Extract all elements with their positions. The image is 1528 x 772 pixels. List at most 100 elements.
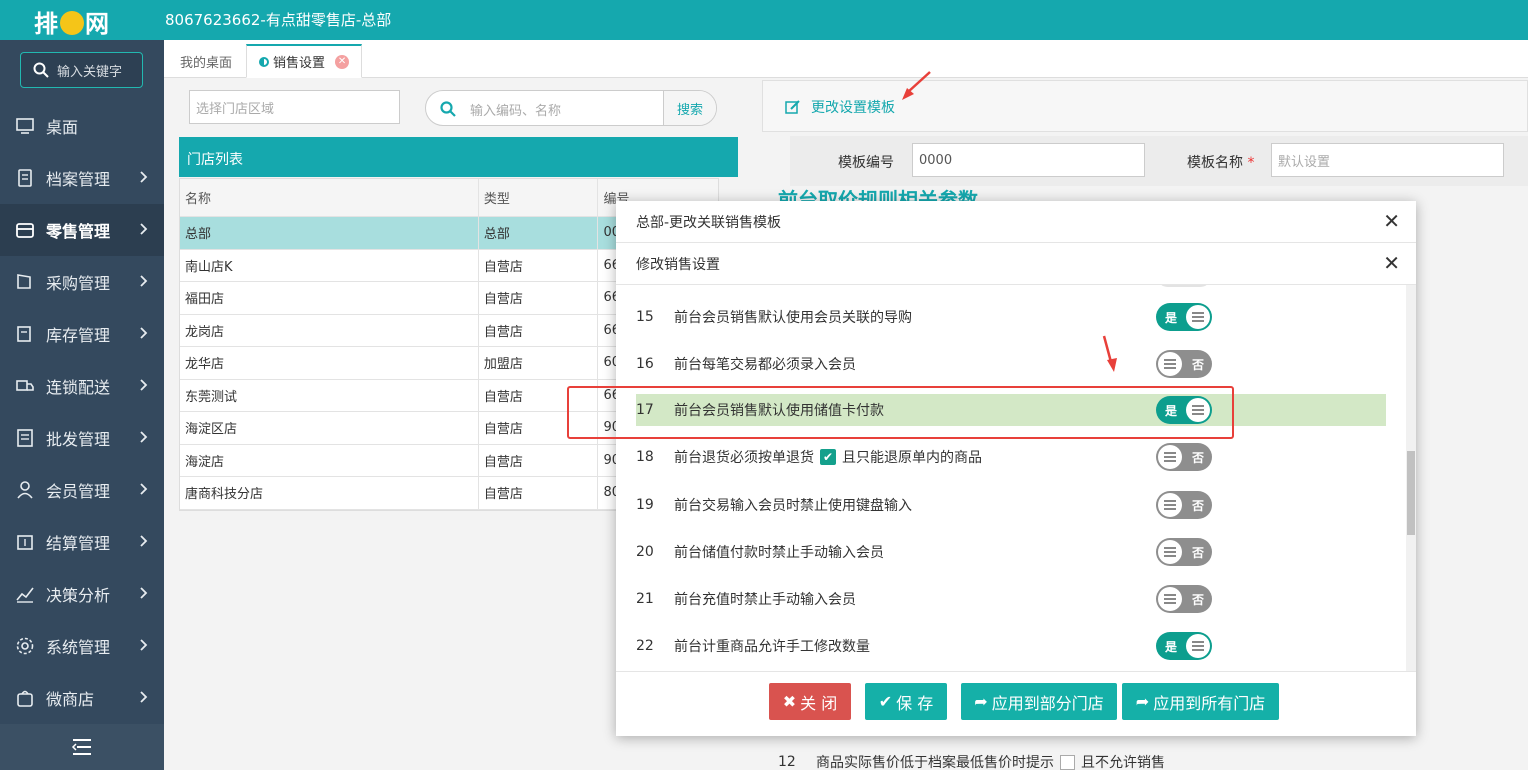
sidebar-item-9[interactable]: 决策分析 <box>0 568 164 620</box>
modal-title: 总部-更改关联销售模板 <box>636 214 782 231</box>
store-search-input[interactable]: 输入编码、名称 <box>470 100 561 119</box>
setting-label: 前台充值时禁止手动输入会员 <box>674 592 856 608</box>
partial-toggle <box>1156 285 1212 287</box>
sidebar-item-label: 系统管理 <box>46 638 111 657</box>
sidebar-item-0[interactable]: 桌面 <box>0 100 164 152</box>
cell-name: 海淀区店 <box>180 412 479 444</box>
sidebar-item-label: 批发管理 <box>46 430 111 449</box>
template-name-field[interactable]: 默认设置 <box>1271 143 1504 177</box>
apply-all-stores-button[interactable]: ➦ 应用到所有门店 <box>1122 683 1279 720</box>
sidebar-item-7[interactable]: 会员管理 <box>0 464 164 516</box>
chevron-right-icon <box>140 275 148 287</box>
tab-sales-settings[interactable]: 销售设置 ✕ <box>246 44 363 78</box>
cell-type: 自营店 <box>479 249 599 281</box>
sidebar-item-10[interactable]: 系统管理 <box>0 620 164 672</box>
chevron-right-icon <box>140 327 148 339</box>
sidebar-item-3[interactable]: 采购管理 <box>0 256 164 308</box>
sidebar-item-label: 零售管理 <box>46 222 111 241</box>
apply-some-stores-button[interactable]: ➦ 应用到部分门店 <box>961 683 1117 720</box>
subtitle-close-icon[interactable]: ✕ <box>1383 253 1400 273</box>
settings-list: 15 前台会员销售默认使用会员关联的导购是 16 前台每笔交易都必须录入会员否 17 前台… <box>616 285 1416 671</box>
monitor-icon <box>15 116 35 136</box>
store-search-button[interactable]: 搜索 <box>663 91 716 125</box>
cell-type: 自营店 <box>479 477 599 509</box>
setting-toggle[interactable]: 是 <box>1156 632 1212 660</box>
chevron-right-icon <box>140 171 148 183</box>
sidebar-item-4[interactable]: 库存管理 <box>0 308 164 360</box>
share-icon: ➦ <box>974 692 988 711</box>
setting-toggle[interactable]: 否 <box>1156 538 1212 566</box>
sidebar-item-2[interactable]: 零售管理 <box>0 204 164 256</box>
setting-number: 15 <box>636 309 654 325</box>
modal-scrollbar[interactable] <box>1406 285 1416 671</box>
setting-toggle[interactable]: 否 <box>1156 585 1212 613</box>
column-header-type[interactable]: 类型 <box>479 179 599 216</box>
sidebar-item-label: 会员管理 <box>46 482 111 501</box>
save-button[interactable]: ✔ 保 存 <box>865 683 947 720</box>
modal-subtitle-bar: 修改销售设置 ✕ <box>616 243 1416 285</box>
template-modal: 总部-更改关联销售模板 ✕ 修改销售设置 ✕ 15 前台会员销售默认使用会员关联的… <box>616 201 1416 736</box>
cell-name: 龙岗店 <box>180 314 479 346</box>
sidebar-item-11[interactable]: 微商店 <box>0 672 164 724</box>
toggle-knob-icon <box>1186 634 1210 658</box>
template-no-field[interactable]: 0000 <box>912 143 1145 177</box>
chevron-right-icon <box>140 223 148 235</box>
setting-toggle[interactable]: 是 <box>1156 303 1212 331</box>
setting-row-15: 15 前台会员销售默认使用会员关联的导购 是 <box>636 301 1386 333</box>
setting-extra-label: 且不允许销售 <box>1081 755 1165 771</box>
sidebar-item-1[interactable]: 档案管理 <box>0 152 164 204</box>
edit-template-button[interactable]: 更改设置模板 <box>785 97 895 117</box>
store-list-title: 门店列表 <box>179 137 738 177</box>
store-search-box: 输入编码、名称 搜索 <box>425 90 717 126</box>
setting-toggle[interactable]: 否 <box>1156 350 1212 378</box>
tab-status-icon <box>259 56 269 67</box>
sidebar-search-placeholder: 输入关键字 <box>57 64 123 80</box>
chevron-right-icon <box>140 379 148 391</box>
truck-icon <box>15 376 35 396</box>
setting-label: 前台每笔交易都必须录入会员 <box>674 357 856 373</box>
tab-my-desktop[interactable]: 我的桌面 <box>168 44 244 78</box>
close-button[interactable]: ✖ 关 闭 <box>769 683 851 720</box>
column-header-name[interactable]: 名称 <box>180 179 479 216</box>
sidebar-item-label: 桌面 <box>46 118 79 137</box>
search-icon <box>33 62 49 78</box>
store-title: 8067623662-有点甜零售店-总部 <box>165 11 392 29</box>
setting-row-16: 16 前台每笔交易都必须录入会员 否 <box>636 348 1386 380</box>
app-logo[interactable]: 排网 <box>34 4 110 39</box>
gear-icon <box>15 636 35 656</box>
setting-label: 前台会员销售默认使用会员关联的导购 <box>674 310 912 326</box>
modal-close-icon[interactable]: ✕ <box>1383 211 1400 231</box>
sidebar-collapse-button[interactable] <box>0 724 164 770</box>
scrollbar-thumb[interactable] <box>1407 451 1415 535</box>
setting-toggle[interactable]: 否 <box>1156 491 1212 519</box>
toggle-label: 否 <box>1191 357 1204 372</box>
template-form: 模板编号 0000 模板名称 * 默认设置 <box>790 136 1528 186</box>
tab-close-icon[interactable]: ✕ <box>335 54 350 69</box>
cell-name: 总部 <box>180 217 479 249</box>
toggle-knob-icon <box>1158 587 1182 611</box>
setting-label: 前台储值付款时禁止手动输入会员 <box>674 545 884 561</box>
top-bar: 排网 8067623662-有点甜零售店-总部 <box>0 0 1528 40</box>
setting-number: 22 <box>636 638 654 654</box>
sidebar-item-8[interactable]: 结算管理 <box>0 516 164 568</box>
sidebar: 输入关键字 桌面档案管理零售管理采购管理 库存管理 连锁配送批发管理会员管理结算管理… <box>0 40 164 770</box>
close-icon: ✖ <box>782 692 797 711</box>
warehouse-icon <box>15 324 35 344</box>
toggle-knob-icon <box>1186 305 1210 329</box>
toggle-label: 否 <box>1191 498 1204 513</box>
store-region-select[interactable]: 选择门店区域 <box>189 90 400 124</box>
cell-type: 自营店 <box>479 314 599 346</box>
no-sale-checkbox[interactable] <box>1060 754 1075 770</box>
cell-type: 自营店 <box>479 444 599 476</box>
annotation-arrow-icon <box>1102 335 1117 372</box>
share-icon: ➦ <box>1135 692 1150 711</box>
sidebar-item-5[interactable]: 连锁配送 <box>0 360 164 412</box>
setting-label: 前台交易输入会员时禁止使用键盘输入 <box>674 498 912 514</box>
cell-name: 东莞测试 <box>180 379 479 411</box>
checkbox-checked-icon[interactable]: ✔ <box>820 449 836 465</box>
purchase-icon <box>15 272 35 292</box>
sidebar-item-6[interactable]: 批发管理 <box>0 412 164 464</box>
setting-toggle[interactable]: 否 <box>1156 443 1212 471</box>
sidebar-item-label: 微商店 <box>46 690 95 709</box>
sidebar-search-input[interactable]: 输入关键字 <box>20 52 143 88</box>
